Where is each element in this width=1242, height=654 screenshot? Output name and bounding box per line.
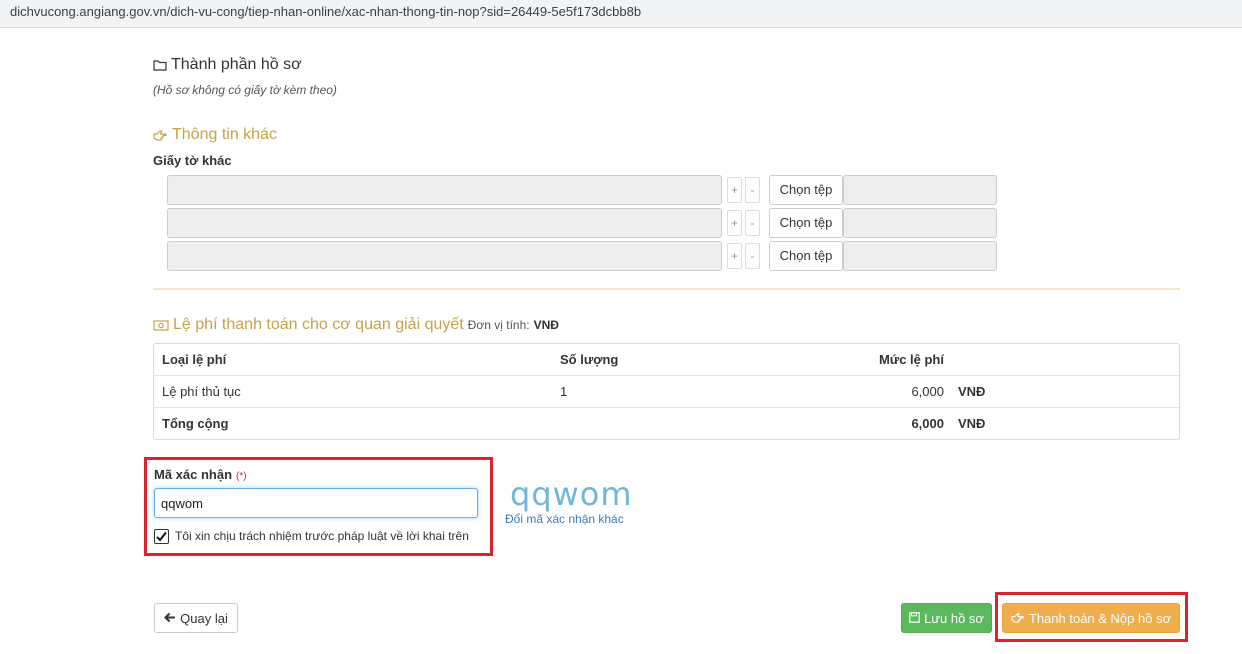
- fee-rate-cell: 6,000: [911, 384, 944, 399]
- submit-button-label: Thanh toán & Nộp hồ sơ: [1028, 610, 1172, 626]
- address-url: dichvucong.angiang.gov.vn/dich-vu-cong/t…: [10, 4, 642, 19]
- agree-text: Tôi xin chịu trách nhiệm trước pháp luật…: [175, 529, 469, 543]
- total-amount: 6,000: [911, 416, 944, 431]
- other-info-title-text: Thông tin khác: [172, 126, 277, 143]
- fees-unit-value: VNĐ: [533, 318, 559, 332]
- fee-type-cell: Lệ phí thủ tục: [162, 384, 241, 399]
- components-section-title: Thành phần hồ sơ: [153, 56, 302, 74]
- save-button-label: Lưu hồ sơ: [924, 610, 984, 626]
- currency-cell: VNĐ: [958, 384, 986, 399]
- table-row: Lệ phí thủ tục 1 6,000 VNĐ: [154, 376, 1179, 408]
- other-docs-label: Giấy tờ khác: [153, 153, 232, 168]
- other-doc-name-input[interactable]: [167, 175, 722, 205]
- fee-table-header: Loại lệ phí Số lượng Mức lệ phí: [154, 344, 1179, 376]
- fees-title-text: Lệ phí thanh toán cho cơ quan giải quyết: [173, 316, 464, 333]
- total-currency: VNĐ: [958, 416, 986, 431]
- add-row-button[interactable]: +: [727, 210, 742, 236]
- choose-file-button[interactable]: Chọn tệp: [769, 175, 843, 205]
- file-name-field: [843, 208, 997, 238]
- components-note: (Hồ sơ không có giấy tờ kèm theo): [153, 83, 337, 97]
- captcha-label-text: Mã xác nhận: [154, 467, 233, 482]
- fees-section-title: Lệ phí thanh toán cho cơ quan giải quyết…: [153, 316, 559, 334]
- other-doc-name-input[interactable]: [167, 208, 722, 238]
- total-label: Tổng cộng: [162, 416, 229, 431]
- required-mark: (*): [236, 471, 247, 482]
- agree-checkbox[interactable]: [154, 529, 169, 544]
- choose-file-button[interactable]: Chọn tệp: [769, 241, 843, 271]
- captcha-label: Mã xác nhận (*): [154, 467, 247, 482]
- header-fee-type: Loại lệ phí: [162, 352, 227, 367]
- fees-unit-label: Đơn vị tính:: [467, 318, 530, 332]
- header-quantity: Số lượng: [560, 352, 619, 367]
- captcha-image: qqwom: [510, 475, 633, 513]
- refresh-captcha-link[interactable]: Đổi mã xác nhận khác: [505, 512, 624, 526]
- components-title-text: Thành phần hồ sơ: [171, 56, 302, 73]
- address-bar[interactable]: dichvucong.angiang.gov.vn/dich-vu-cong/t…: [0, 0, 1242, 28]
- back-button[interactable]: Quay lại: [154, 603, 238, 633]
- other-doc-name-input[interactable]: [167, 241, 722, 271]
- remove-row-button[interactable]: -: [745, 177, 760, 203]
- save-button[interactable]: Lưu hồ sơ: [901, 603, 992, 633]
- remove-row-button[interactable]: -: [745, 210, 760, 236]
- hand-pointer-icon: [1011, 611, 1025, 626]
- back-button-label: Quay lại: [180, 610, 228, 626]
- fee-table: Loại lệ phí Số lượng Mức lệ phí Lệ phí t…: [153, 343, 1180, 440]
- header-fee-rate: Mức lệ phí: [878, 352, 944, 367]
- add-row-button[interactable]: +: [727, 177, 742, 203]
- hand-pointer-icon: [153, 129, 168, 141]
- add-row-button[interactable]: +: [727, 243, 742, 269]
- other-info-section-title: Thông tin khác: [153, 126, 277, 144]
- folder-icon: [153, 59, 167, 71]
- quantity-cell: 1: [560, 384, 568, 399]
- fee-total-row: Tổng cộng 6,000 VNĐ: [154, 408, 1179, 440]
- arrow-left-icon: [164, 611, 176, 626]
- section-divider: [153, 288, 1180, 290]
- floppy-disk-icon: [909, 611, 920, 626]
- money-icon: [153, 319, 169, 331]
- remove-row-button[interactable]: -: [745, 243, 760, 269]
- file-name-field: [843, 241, 997, 271]
- captcha-input[interactable]: [154, 488, 478, 518]
- pay-and-submit-button[interactable]: Thanh toán & Nộp hồ sơ: [1002, 603, 1180, 633]
- file-name-field: [843, 175, 997, 205]
- checkmark-icon: [156, 531, 167, 542]
- choose-file-button[interactable]: Chọn tệp: [769, 208, 843, 238]
